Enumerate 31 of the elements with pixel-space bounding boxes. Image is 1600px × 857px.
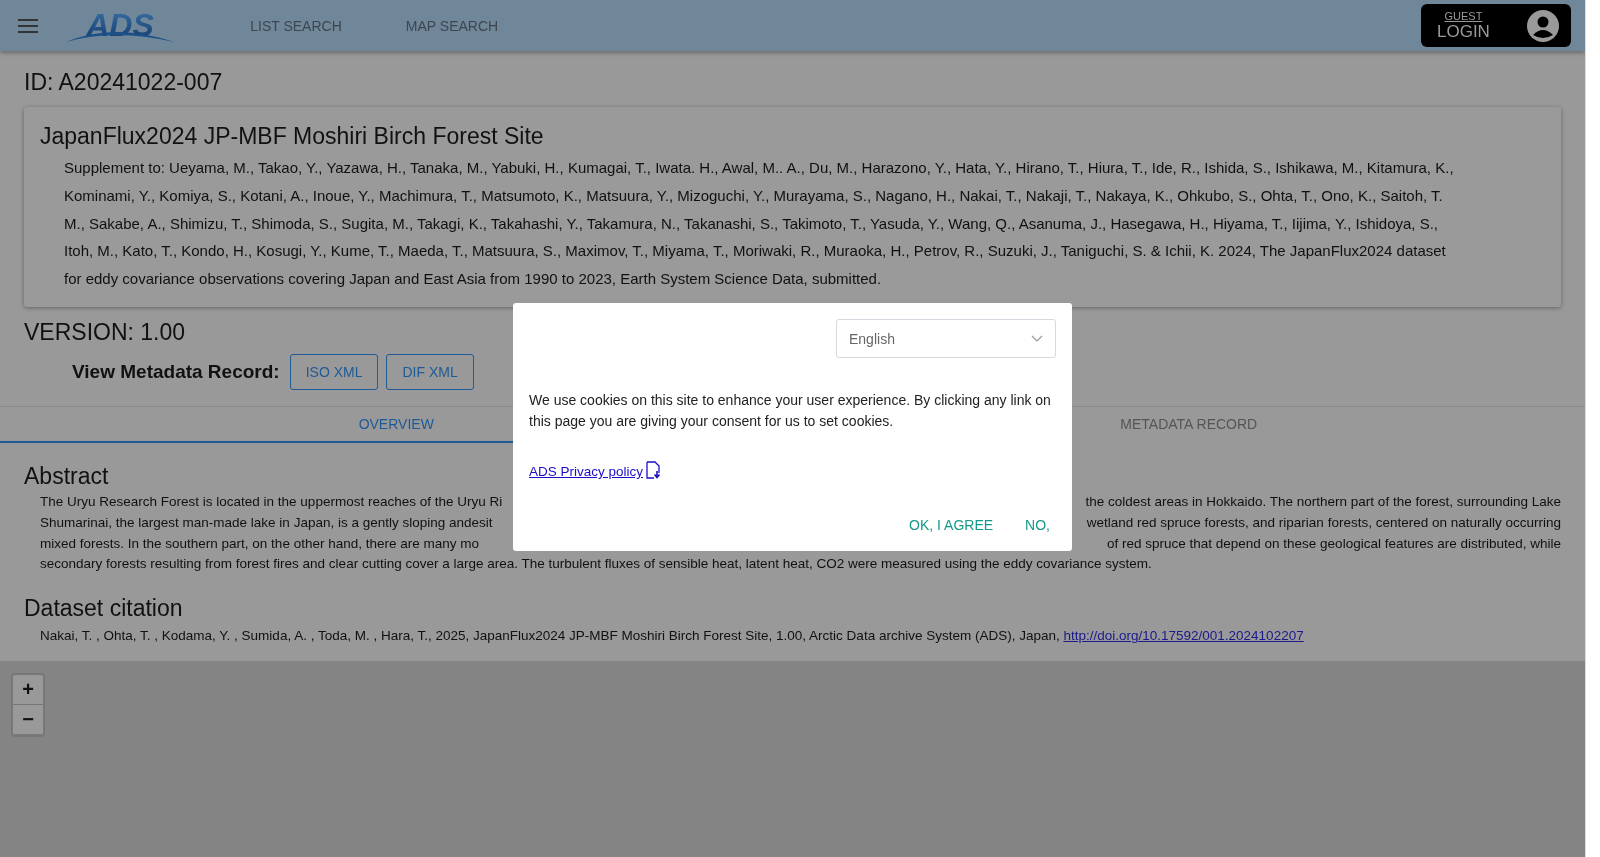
account-icon [1527,9,1559,42]
abstract-text: Shumarinai, the largest man-made lake in Japan, is a gently sloping andesit [40,513,493,532]
chevron-down-icon [1031,335,1043,342]
doi-link[interactable]: http://doi.org/10.17592/001.2024102207 [1063,628,1304,644]
pdf-download-icon [645,461,662,479]
login-button[interactable]: GUEST LOGIN [1421,4,1571,47]
dialog-button[interactable]: NO, [1019,511,1056,539]
zoom-in-button[interactable]: + [13,675,43,706]
version-label: VERSION: 1.00 [24,319,186,346]
metadata-button[interactable]: DIF XML [386,354,474,390]
zoom-out-button[interactable]: − [13,705,43,736]
abstract-text: the coldest areas in Hokkaido. The northern part of the forest, surrounding Lake [1085,493,1561,511]
privacy-policy-link[interactable]: ADS Privacy policy [529,461,662,479]
supplement-text: Supplement to: Ueyama, M., Takao, Y., Yazawa, H., Tanaka, M., Yabuki, H., Kumagai, T., Iwata. H., Awal, M.. A., Du, M., Harazono, Y., Hata, Y., Hirano, T., Hiura, T., Ide, R., Ishida, S., Ishikawa, M., Kitamura, K., Kominami, Y., Komiya, S., Kotani, A., Inoue, Y., Machimura, T., Matsumoto, K., Matsuura, Y., Mizoguchi, Y., Murayama, S., Nagano, H., Nakai, T., Nakaji, T., Nakaya, K., Ohkubo, S., Ohta, T., Ono, K., Saitoh, T. M., Sakabe, A., Shimizu, T., Shimoda, S., Sugita, M., Takagi, K., Takahashi, Y., Takamura, N., Takanashi, S., Takimoto, T., Yasuda, Y., Wang, Q., Asanuma, J., Hasegawa, H., Hiyama, T., Iijima, Y., Ishidoya, S., Itoh, M., Kato, T., Kondo, H., Kosugi, Y., Kume, T., Maeda, T., Matsuura, S., Maximov, T., Miyama, T., Moriwaki, R., Muraoka, H., Petrov, R., Suzuki, J., Taniguchi, S. & Ichii, K. 2024, The JapanFlux2024 dataset for eddy covariance observations covering Japan and East Asia from 1990 to 2023, Earth System Science Data, submitted. [63,158,1455,290]
abstract-text: mixed forests. In the southern part, on the other hand, there are many mo [40,534,479,553]
menu-icon[interactable] [18,18,38,33]
metadata-button[interactable]: ISO XML [289,354,379,390]
dataset-title: JapanFlux2024 JP-MBF Moshiri Birch Forest Site [40,123,545,150]
abstract-text: of red spruce that depend on these geological features are distributed, while [1106,534,1561,553]
citation-text: Nakai, T. , Ohta, T. , Kodama, Y. , Sumida, A. , Toda, M. , Hara, T., 2025, JapanFlux2024 JP-MBF Moshiri Birch Forest Site, 1.00, Arctic Data archive System (ADS), Japan, http://doi.org/10.17592/001.2024102207 [39,627,1305,646]
language-select[interactable]: English [836,319,1056,358]
nav-link[interactable]: MAP SEARCH [374,17,530,34]
abstract-text: wetland red spruce forests, and riparian forests, centered on naturally occurring [1086,513,1561,532]
abstract-text: secondary forests resulting from forest fires and clear cutting cover a large area. The turbulent fluxes of sensible heat, latent heat, CO2 were measured using the eddy covariance system. [40,555,1152,574]
abstract-text: The Uryu Research Forest is located in the uppermost reaches of the Uryu Ri [40,493,503,511]
citation-heading: Dataset citation [24,595,183,623]
dialog-button[interactable]: OK, I AGREE [903,511,1000,539]
nav-link[interactable]: LIST SEARCH [218,17,374,34]
record-id: ID: A20241022-007 [24,69,223,96]
metadata-label: View Metadata Record: [72,361,280,383]
abstract-heading: Abstract [24,463,109,490]
